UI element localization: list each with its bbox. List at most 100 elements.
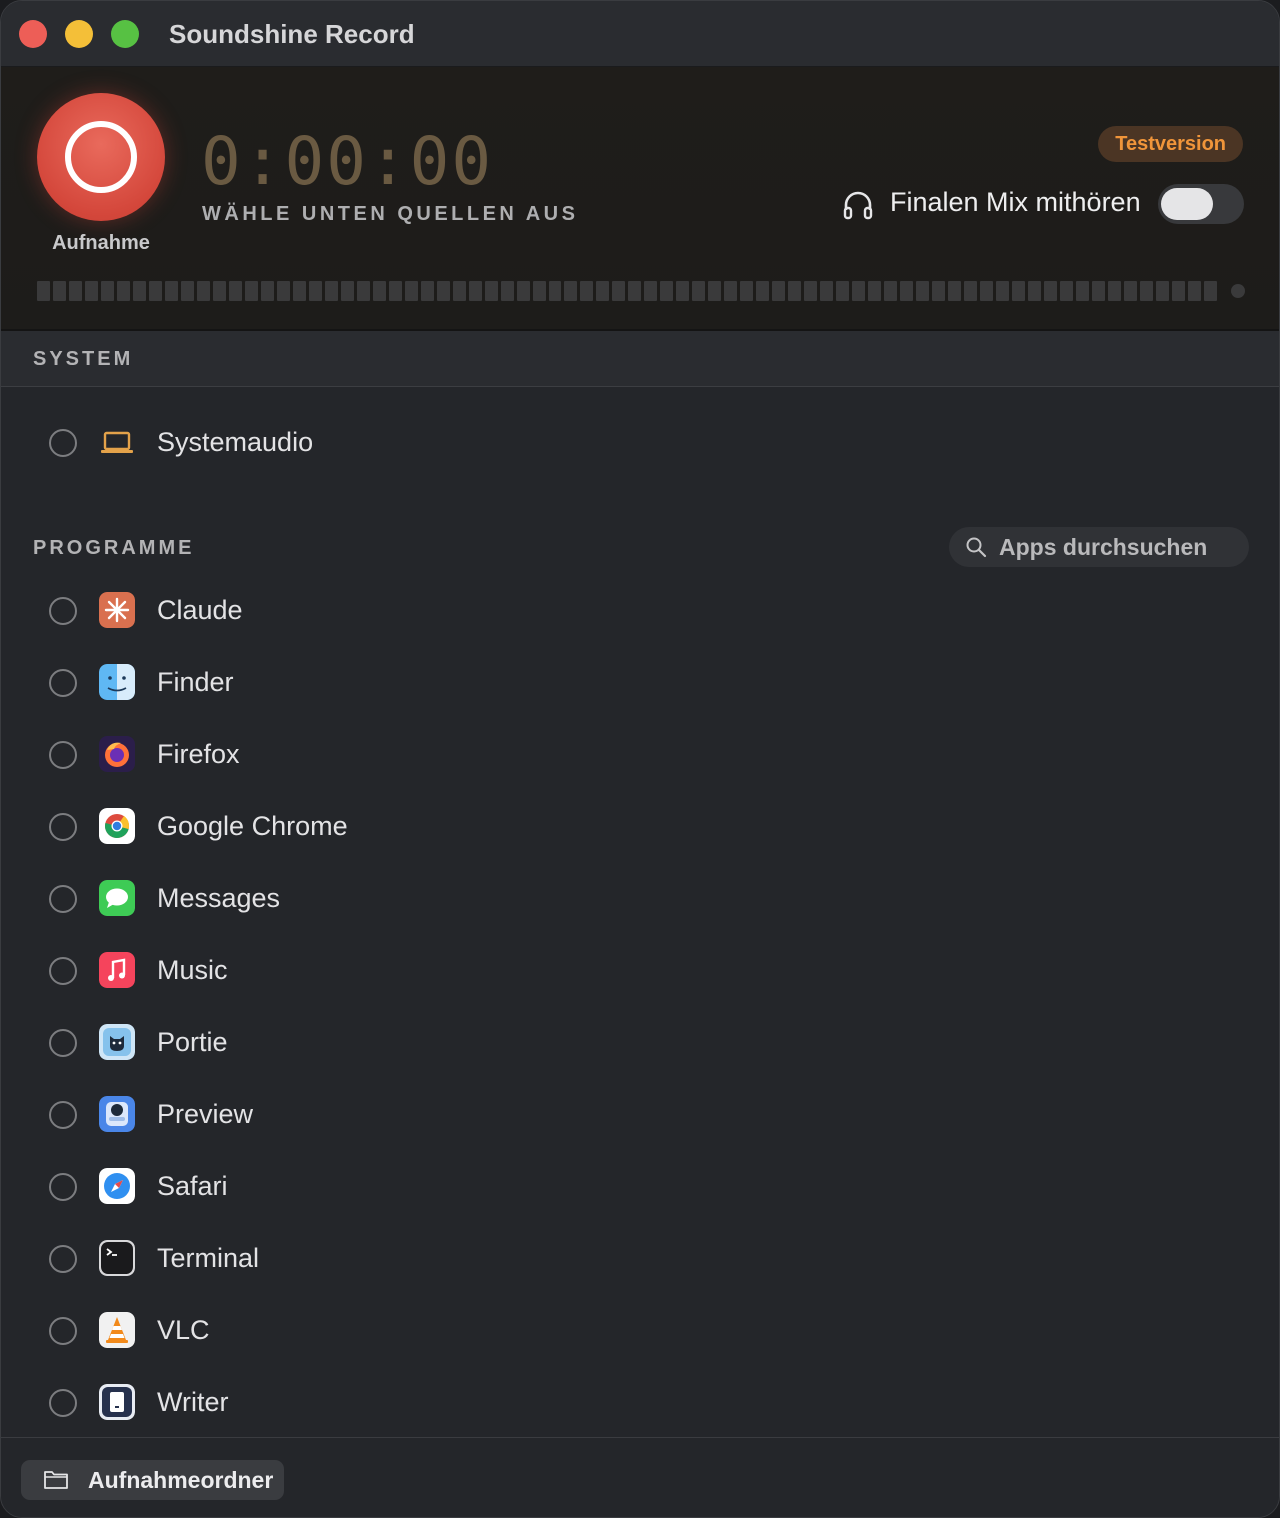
app-row-firefox[interactable]: Firefox: [1, 719, 1279, 791]
app-label: Messages: [157, 883, 281, 913]
recording-timer: 0:00:00: [201, 123, 494, 200]
app-radio[interactable]: [49, 597, 77, 625]
meter-segment: [868, 281, 882, 301]
app-radio[interactable]: [49, 885, 77, 913]
meter-segment: [1091, 281, 1105, 301]
app-label: Firefox: [157, 739, 240, 769]
app-row-writer[interactable]: Writer: [1, 1367, 1279, 1439]
meter-segment: [1139, 281, 1153, 301]
laptop-icon: [101, 431, 133, 453]
app-row-preview[interactable]: Preview: [1, 1079, 1279, 1151]
meter-segment: [1187, 281, 1201, 301]
close-window-button[interactable]: [19, 20, 47, 48]
meter-segment: [116, 281, 130, 301]
app-label: Safari: [157, 1171, 228, 1201]
minimize-window-button[interactable]: [65, 20, 93, 48]
meter-segment: [596, 281, 610, 301]
app-row-safari[interactable]: Safari: [1, 1151, 1279, 1223]
recording-folder-button[interactable]: Aufnahmeordner: [21, 1460, 284, 1500]
meter-segment: [292, 281, 306, 301]
meter-segment: [388, 281, 402, 301]
meter-segment: [148, 281, 162, 301]
app-radio[interactable]: [49, 741, 77, 769]
meter-segment: [244, 281, 258, 301]
meter-segment: [804, 281, 818, 301]
source-radio[interactable]: [49, 429, 77, 457]
app-radio[interactable]: [49, 669, 77, 697]
meter-segment: [420, 281, 434, 301]
source-row-systemaudio[interactable]: Systemaudio: [1, 407, 1279, 479]
app-window: Soundshine Record Aufnahme 0:00:00 WÄHLE…: [0, 0, 1280, 1518]
footer-bar: Aufnahmeordner: [1, 1437, 1279, 1517]
meter-segment: [660, 281, 674, 301]
meter-segment: [820, 281, 834, 301]
meter-segment: [1012, 281, 1026, 301]
app-row-portie[interactable]: Portie: [1, 1007, 1279, 1079]
app-radio[interactable]: [49, 1389, 77, 1417]
app-row-vlc[interactable]: VLC: [1, 1295, 1279, 1367]
app-label: Preview: [157, 1099, 254, 1129]
app-radio[interactable]: [49, 813, 77, 841]
meter-segment: [852, 281, 866, 301]
meter-segment: [548, 281, 562, 301]
meter-segment: [900, 281, 914, 301]
meter-segment: [212, 281, 226, 301]
app-search-field[interactable]: Apps durchsuchen: [949, 527, 1249, 567]
meter-segment: [996, 281, 1010, 301]
meter-segment: [1060, 281, 1073, 301]
app-row-claude[interactable]: Claude: [1, 575, 1279, 647]
app-radio[interactable]: [49, 1101, 77, 1129]
record-button[interactable]: [37, 93, 165, 221]
app-radio[interactable]: [49, 957, 77, 985]
meter-segment: [516, 281, 530, 301]
app-row-terminal[interactable]: Terminal: [1, 1223, 1279, 1295]
meter-segment: [692, 281, 706, 301]
meter-segment: [948, 281, 962, 301]
app-row-music[interactable]: Music: [1, 935, 1279, 1007]
meter-segment: [532, 281, 546, 301]
app-label: Music: [157, 955, 228, 985]
meter-segment: [52, 281, 66, 301]
search-icon: [966, 537, 987, 558]
music-icon: [99, 952, 135, 988]
maximize-window-button[interactable]: [111, 20, 139, 48]
monitor-mix-toggle[interactable]: [1158, 184, 1244, 224]
system-section-header: SYSTEM: [1, 331, 1279, 387]
meter-segment: [1155, 281, 1169, 301]
app-row-google-chrome[interactable]: Google Chrome: [1, 791, 1279, 863]
meter-segment: [580, 281, 594, 301]
app-label: Google Chrome: [157, 811, 348, 841]
meter-segment: [68, 281, 82, 301]
preview-icon: [99, 1096, 135, 1132]
app-radio[interactable]: [49, 1029, 77, 1057]
meter-segment: [164, 281, 178, 301]
recording-folder-label: Aufnahmeordner: [88, 1467, 274, 1493]
meter-segment: [964, 281, 978, 301]
meter-segment: [1203, 281, 1217, 301]
vlc-icon: [99, 1312, 135, 1348]
app-radio[interactable]: [49, 1317, 77, 1345]
meter-segment: [916, 281, 930, 301]
app-row-finder[interactable]: Finder: [1, 647, 1279, 719]
finder-icon: [99, 664, 135, 700]
trial-badge[interactable]: Testversion: [1098, 126, 1243, 162]
meter-segment: [468, 281, 482, 301]
app-radio[interactable]: [49, 1245, 77, 1273]
meter-segment: [1171, 281, 1185, 301]
meter-segment: [228, 281, 242, 301]
meter-segment: [612, 281, 626, 301]
app-radio[interactable]: [49, 1173, 77, 1201]
meter-segment: [836, 281, 850, 301]
system-section-title: SYSTEM: [33, 348, 134, 370]
monitor-mix-label: Finalen Mix mithören: [890, 187, 1141, 217]
folder-icon: [44, 1471, 68, 1489]
record-label: Aufnahme: [52, 232, 150, 254]
app-label: Claude: [157, 595, 243, 625]
programs-section-title: PROGRAMME: [33, 537, 195, 559]
terminal-icon: [99, 1240, 135, 1276]
app-row-messages[interactable]: Messages: [1, 863, 1279, 935]
app-label: Writer: [157, 1387, 229, 1417]
meter-segment: [932, 281, 946, 301]
meter-segment: [1044, 281, 1057, 301]
headphones-icon: [843, 191, 873, 220]
